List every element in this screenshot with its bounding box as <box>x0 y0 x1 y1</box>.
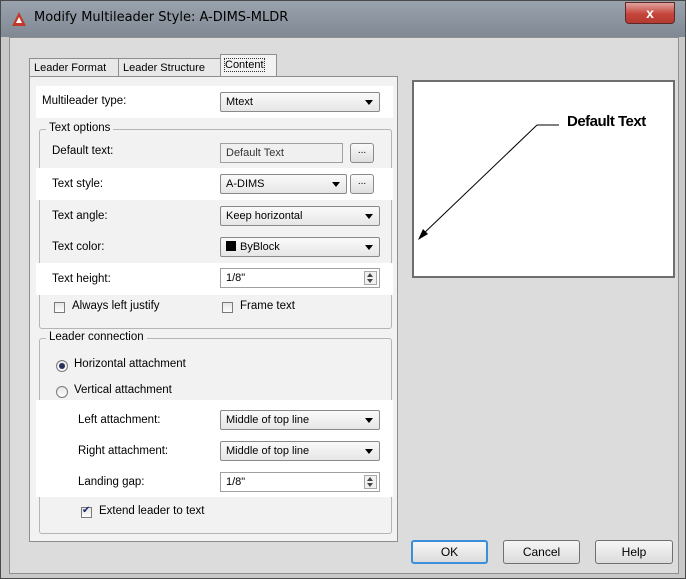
text-color-dropdown[interactable]: ByBlock <box>220 237 380 257</box>
landing-gap-label: Landing gap: <box>78 476 145 488</box>
right-attachment-label: Right attachment: <box>78 445 169 457</box>
chevron-down-icon <box>365 418 373 423</box>
extend-leader-label: Extend leader to text <box>99 505 205 517</box>
text-height-row: Text height: 1/8" <box>36 263 393 295</box>
text-angle-dropdown[interactable]: Keep horizontal <box>220 206 380 226</box>
text-height-label: Text height: <box>52 273 111 285</box>
text-style-browse-button[interactable]: ... <box>350 174 374 194</box>
left-attachment-label: Left attachment: <box>78 414 161 426</box>
chevron-down-icon <box>365 449 373 454</box>
help-button[interactable]: Help <box>595 540 673 564</box>
text-style-label: Text style: <box>52 178 104 190</box>
landing-gap-input[interactable]: 1/8" <box>220 472 380 492</box>
title-bar[interactable]: Modify Multileader Style: A-DIMS-MLDR x <box>1 1 685 37</box>
multileader-type-label: Multileader type: <box>42 95 127 107</box>
chevron-down-icon <box>365 100 373 105</box>
multileader-type-value: Mtext <box>226 96 253 108</box>
chevron-down-icon <box>365 214 373 219</box>
text-height-value: 1/8" <box>226 272 246 284</box>
frame-text-label: Frame text <box>240 300 295 312</box>
text-color-label: Text color: <box>52 241 105 253</box>
chevron-down-icon <box>332 182 340 187</box>
chevron-down-icon <box>365 245 373 250</box>
tab-leader-structure[interactable]: Leader Structure <box>118 58 221 76</box>
left-attachment-dropdown[interactable]: Middle of top line <box>220 410 380 430</box>
ok-button[interactable]: OK <box>411 540 488 564</box>
window-title: Modify Multileader Style: A-DIMS-MLDR <box>34 10 289 25</box>
always-left-justify-label: Always left justify <box>72 300 160 312</box>
default-text-browse-button[interactable]: ... <box>350 143 374 163</box>
text-style-value: A-DIMS <box>226 178 265 190</box>
text-angle-value: Keep horizontal <box>226 210 303 222</box>
text-options-title: Text options <box>46 122 114 134</box>
default-text-value: Default Text <box>226 147 284 159</box>
right-attachment-dropdown[interactable]: Middle of top line <box>220 441 380 461</box>
landing-gap-value: 1/8" <box>226 476 246 488</box>
extend-leader-checkbox[interactable] <box>81 505 92 518</box>
tab-label: Leader Format <box>34 62 107 74</box>
spinner-icon[interactable] <box>364 271 377 285</box>
tab-label: Leader Structure <box>123 62 205 74</box>
default-text-field[interactable]: Default Text <box>220 143 343 163</box>
text-color-value: ByBlock <box>240 241 280 253</box>
multileader-type-dropdown[interactable]: Mtext <box>220 92 380 112</box>
close-button[interactable]: x <box>625 2 675 24</box>
text-style-row: Text style: A-DIMS ... <box>36 168 393 200</box>
close-icon: x <box>646 5 654 21</box>
horizontal-attachment-radio[interactable] <box>56 360 68 372</box>
color-swatch <box>226 241 236 251</box>
always-left-justify-checkbox[interactable] <box>54 302 65 313</box>
preview-default-text: Default Text <box>567 113 646 130</box>
vertical-attachment-label: Vertical attachment <box>74 384 172 396</box>
attachment-settings-block: Left attachment: Middle of top line Righ… <box>36 400 393 497</box>
frame-text-checkbox[interactable] <box>222 302 233 313</box>
leader-connection-title: Leader connection <box>46 331 147 343</box>
multileader-type-row: Multileader type: Mtext <box>36 86 393 118</box>
leader-arrow-graphic <box>418 124 559 240</box>
autocad-app-icon <box>12 12 26 26</box>
text-style-dropdown[interactable]: A-DIMS <box>220 174 347 194</box>
left-attachment-value: Middle of top line <box>226 414 310 426</box>
default-text-label: Default text: <box>52 145 114 157</box>
text-angle-label: Text angle: <box>52 210 108 222</box>
vertical-attachment-radio[interactable] <box>56 386 68 398</box>
cancel-button[interactable]: Cancel <box>503 540 580 564</box>
tab-content[interactable]: Content <box>220 54 277 77</box>
tab-label: Content <box>224 58 265 72</box>
spinner-icon[interactable] <box>364 475 377 489</box>
tab-leader-format[interactable]: Leader Format <box>29 58 119 76</box>
horizontal-attachment-label: Horizontal attachment <box>74 358 186 370</box>
right-attachment-value: Middle of top line <box>226 445 310 457</box>
text-height-input[interactable]: 1/8" <box>220 268 380 288</box>
style-preview-pane: Default Text <box>412 80 675 278</box>
